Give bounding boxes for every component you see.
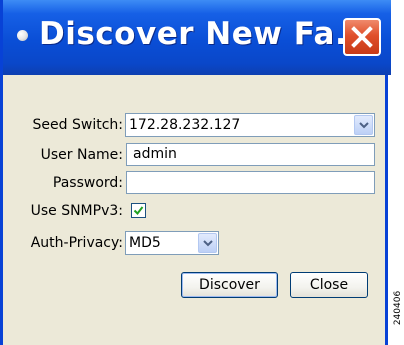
dialog-title: Discover New Fa... bbox=[39, 16, 372, 52]
window-dot-icon bbox=[17, 30, 28, 41]
auth-privacy-combo[interactable]: MD5 bbox=[125, 231, 219, 255]
close-window-button[interactable] bbox=[343, 18, 381, 56]
user-name-label: User Name: bbox=[40, 147, 123, 163]
password-label: Password: bbox=[52, 175, 123, 191]
chevron-down-icon bbox=[358, 121, 369, 128]
figure-id-text: 240406 bbox=[393, 290, 403, 326]
close-x-icon bbox=[351, 26, 373, 48]
discover-button[interactable]: Discover bbox=[181, 272, 278, 298]
close-button[interactable]: Close bbox=[290, 272, 368, 298]
auth-privacy-label: Auth-Privacy: bbox=[30, 235, 123, 251]
auth-privacy-value: MD5 bbox=[129, 235, 161, 251]
chevron-down-icon bbox=[202, 239, 213, 246]
user-name-input[interactable]: admin bbox=[126, 143, 375, 166]
auth-privacy-dropdown-button[interactable] bbox=[198, 233, 217, 253]
seed-switch-value: 172.28.232.127 bbox=[129, 117, 241, 133]
seed-switch-combo[interactable]: 172.28.232.127 bbox=[125, 113, 375, 137]
seed-switch-dropdown-button[interactable] bbox=[354, 115, 373, 135]
checkmark-icon bbox=[133, 206, 144, 216]
password-input[interactable] bbox=[126, 171, 375, 194]
figure-id: 240406 bbox=[392, 278, 404, 338]
use-snmpv3-label: Use SNMPv3: bbox=[30, 203, 123, 219]
seed-switch-label: Seed Switch: bbox=[32, 117, 123, 133]
use-snmpv3-checkbox[interactable] bbox=[131, 203, 146, 218]
title-bar[interactable]: Discover New Fa... bbox=[3, 0, 391, 75]
discover-dialog: Discover New Fa... Seed Switch: 172.28.2… bbox=[0, 0, 391, 345]
